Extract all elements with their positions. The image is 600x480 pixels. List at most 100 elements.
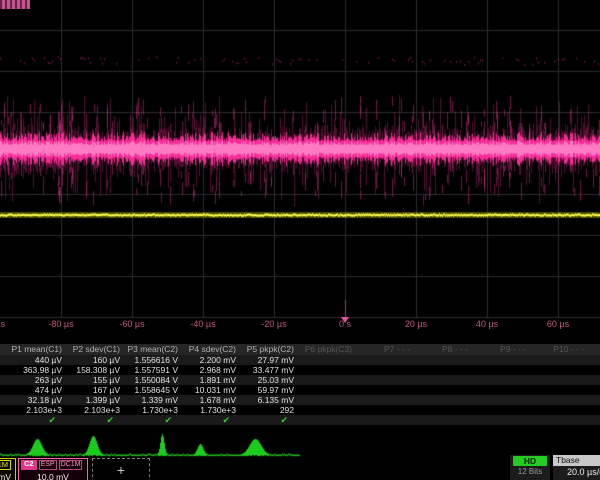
measure-cell: 59.97 mV [242, 385, 300, 395]
time-axis-label: 40 µs [455, 319, 519, 329]
timebase-title: Tbase [553, 455, 600, 466]
measure-status-check-icon: ✔ [126, 415, 184, 425]
c2-esp-badge: ESP [39, 460, 57, 470]
measure-cell [532, 365, 590, 375]
measure-table-row: 474 µV167 µV1.558645 V10.031 mV59.97 mV [0, 385, 600, 395]
time-axis-label: -100 µs [0, 319, 22, 329]
measure-cell [474, 375, 532, 385]
measure-cell: 1.730e+3 [126, 405, 184, 415]
measure-cell [532, 355, 590, 365]
measure-cell [300, 365, 358, 375]
measure-column-header[interactable]: P9 - - - [474, 344, 532, 355]
c2-scale-value: 10.0 mV [21, 472, 85, 480]
measure-table: P1 mean(C1)P2 sdev(C1)P3 mean(C2)P4 sdev… [0, 344, 600, 428]
time-axis-label: -20 µs [242, 319, 306, 329]
measure-cell: 155 µV [68, 375, 126, 385]
measure-column-header[interactable]: P10 - - - [532, 344, 590, 355]
measure-column-header[interactable]: P2 sdev(C1) [68, 344, 126, 355]
measure-cell: 32.18 µV [10, 395, 68, 405]
measure-table-row: 263 µV155 µV1.550084 V1.891 mV25.03 mV [0, 375, 600, 385]
measure-cell [474, 365, 532, 375]
measure-cell: 1.557591 V [126, 365, 184, 375]
measure-cell [474, 405, 532, 415]
measure-cell [300, 405, 358, 415]
measure-status-check-icon: ✔ [242, 415, 300, 425]
hd-mode-panel[interactable]: HD 12 Bits [510, 455, 550, 480]
c1-coupling-badge: DC1M [0, 460, 11, 470]
measure-cell: 1.556616 V [126, 355, 184, 365]
plus-icon: + [117, 462, 125, 478]
measure-status-check-icon: ✔ [184, 415, 242, 425]
measure-cell [474, 355, 532, 365]
measure-cell [532, 385, 590, 395]
measure-cell [590, 365, 600, 375]
measure-cell: 263 µV [10, 375, 68, 385]
measure-cell: 1.558645 V [126, 385, 184, 395]
measure-column-header[interactable]: P8 - - - [416, 344, 474, 355]
measure-cell [532, 405, 590, 415]
measure-status-check-icon [300, 415, 358, 425]
hd-badge: HD [513, 456, 547, 466]
measure-cell [358, 375, 416, 385]
channel-c1-descriptor[interactable]: DC1M 10.0 mV [0, 458, 16, 480]
c2-channel-badge: C2 [21, 460, 37, 470]
time-axis-label: -60 µs [100, 319, 164, 329]
measure-cell [416, 375, 474, 385]
add-trace-button[interactable]: + [92, 458, 150, 480]
time-axis-label: 20 µs [384, 319, 448, 329]
measure-cell: 27.97 mV [242, 355, 300, 365]
timebase-panel[interactable]: Tbase 20.0 µs/div [553, 455, 600, 480]
oscilloscope-screen: -100 µs-80 µs-60 µs-40 µs-20 µs0 s20 µs4… [0, 0, 600, 480]
trigger-position-marker[interactable] [341, 317, 349, 323]
measure-cell [416, 355, 474, 365]
measure-status-row: ✔✔✔✔✔ [0, 415, 600, 425]
measure-cell [474, 395, 532, 405]
status-badge[interactable] [0, 0, 30, 9]
c2-coupling-badge: DC1M [59, 460, 83, 470]
measure-column-header[interactable]: P11 - - - [590, 344, 600, 355]
channel-c2-descriptor[interactable]: C2 ESP DC1M 10.0 mV [18, 458, 88, 480]
measure-status-check-icon [474, 415, 532, 425]
measure-cell: 1.891 mV [184, 375, 242, 385]
measure-column-header[interactable]: P1 mean(C1) [10, 344, 68, 355]
measure-cell: 6.135 mV [242, 395, 300, 405]
measure-status-check-icon [532, 415, 590, 425]
measure-cell: 440 µV [10, 355, 68, 365]
measure-cell [590, 395, 600, 405]
measure-cell: 2.968 mV [184, 365, 242, 375]
measure-cell [300, 385, 358, 395]
measure-cell: 1.678 mV [184, 395, 242, 405]
measure-cell: 1.399 µV [68, 395, 126, 405]
measure-cell: 474 µV [10, 385, 68, 395]
timebase-value: 20.0 µs/div [553, 466, 600, 479]
measure-cell: 160 µV [68, 355, 126, 365]
measure-cell [532, 395, 590, 405]
measure-cell: 33.477 mV [242, 365, 300, 375]
measure-cell: 363.98 µV [10, 365, 68, 375]
measure-cell: 2.103e+3 [10, 405, 68, 415]
measure-cell [358, 365, 416, 375]
measure-status-check-icon: ✔ [68, 415, 126, 425]
measure-cell [416, 365, 474, 375]
measure-column-header[interactable]: P4 sdev(C2) [184, 344, 242, 355]
measure-cell [358, 395, 416, 405]
measure-table-row: 440 µV160 µV1.556616 V2.200 mV27.97 mV [0, 355, 600, 365]
measure-cell [300, 395, 358, 405]
measure-cell: 2.103e+3 [68, 405, 126, 415]
measure-cell: 2.200 mV [184, 355, 242, 365]
measure-column-header[interactable]: P6 pkpk(C3) [300, 344, 358, 355]
c1-scale-value: 10.0 mV [0, 472, 11, 480]
measure-cell [532, 375, 590, 385]
measure-cell: 292 [242, 405, 300, 415]
measure-table-row: 363.98 µV158.308 µV1.557591 V2.968 mV33.… [0, 365, 600, 375]
measure-cell: 167 µV [68, 385, 126, 395]
measure-column-header[interactable]: P5 pkpk(C2) [242, 344, 300, 355]
measure-column-header[interactable]: P3 mean(C2) [126, 344, 184, 355]
measure-cell [358, 385, 416, 395]
measure-cell: 10.031 mV [184, 385, 242, 395]
measure-column-header[interactable]: P7 - - - [358, 344, 416, 355]
measure-cell [416, 385, 474, 395]
measure-table-row: 2.103e+32.103e+31.730e+31.730e+3292 [0, 405, 600, 415]
time-axis: -100 µs-80 µs-60 µs-40 µs-20 µs0 s20 µs4… [0, 319, 600, 332]
hd-bits-label: 12 Bits [510, 466, 550, 478]
